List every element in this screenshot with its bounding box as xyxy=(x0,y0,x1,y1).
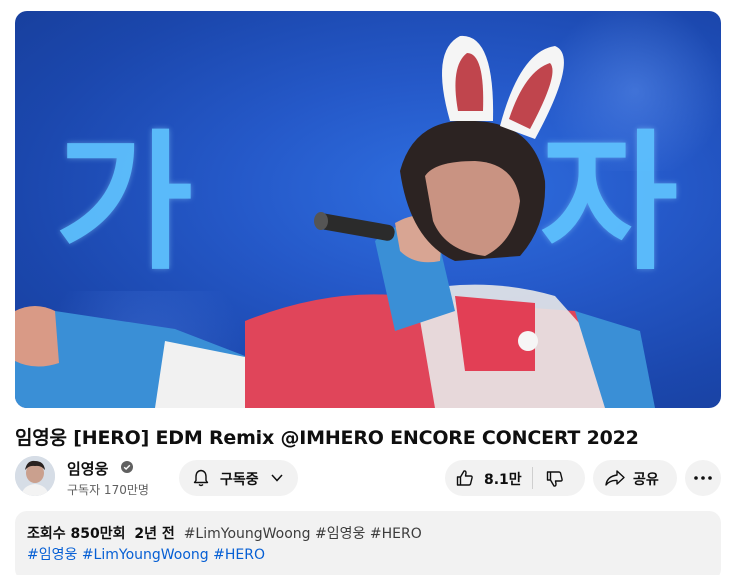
dislike-button[interactable] xyxy=(533,460,585,496)
thumbs-up-icon xyxy=(456,470,473,486)
view-count: 조회수 850만회 xyxy=(27,526,126,542)
subscriber-count: 구독자 170만명 xyxy=(67,483,149,497)
share-label: 공유 xyxy=(633,472,659,488)
description-box[interactable]: 조회수 850만회 2년 전 #LimYoungWoong #임영웅 #HERO… xyxy=(15,511,721,575)
channel-avatar[interactable] xyxy=(15,456,55,496)
description-tags-line: #임영웅 #LimYoungWoong #HERO xyxy=(27,544,265,564)
share-button[interactable]: 공유 xyxy=(593,460,677,496)
channel-name[interactable]: 임영웅 xyxy=(67,458,108,479)
performer-illustration xyxy=(15,35,655,408)
upload-age: 2년 전 xyxy=(134,526,175,542)
hashtag-link[interactable]: #HERO xyxy=(213,547,265,563)
video-player[interactable]: 가 자 xyxy=(15,11,721,408)
video-title: 임영웅 [HERO] EDM Remix @IMHERO ENCORE CONC… xyxy=(15,427,639,449)
description-meta-line: 조회수 850만회 2년 전 #LimYoungWoong #임영웅 #HERO xyxy=(27,523,422,543)
verified-check-icon xyxy=(121,461,133,473)
subscribe-label: 구독중 xyxy=(220,472,259,488)
more-horiz-icon xyxy=(694,476,712,480)
chevron-down-icon xyxy=(271,474,283,482)
share-icon xyxy=(605,470,625,486)
hashtag-link[interactable]: #임영웅 xyxy=(27,547,77,563)
like-count: 8.1만 xyxy=(484,472,522,488)
hashtag[interactable]: #LimYoungWoong xyxy=(184,526,311,542)
hashtag[interactable]: #HERO xyxy=(370,526,422,542)
hashtag[interactable]: #임영웅 xyxy=(315,526,365,542)
like-button[interactable]: 8.1만 xyxy=(445,460,532,496)
thumbs-down-icon xyxy=(546,471,563,487)
hashtag-link[interactable]: #LimYoungWoong xyxy=(82,547,209,563)
like-dislike-group: 8.1만 xyxy=(445,460,585,496)
more-actions-button[interactable] xyxy=(685,460,721,496)
avatar-image xyxy=(15,456,55,496)
subscribed-button[interactable]: 구독중 xyxy=(179,460,298,496)
bell-icon xyxy=(193,469,209,487)
